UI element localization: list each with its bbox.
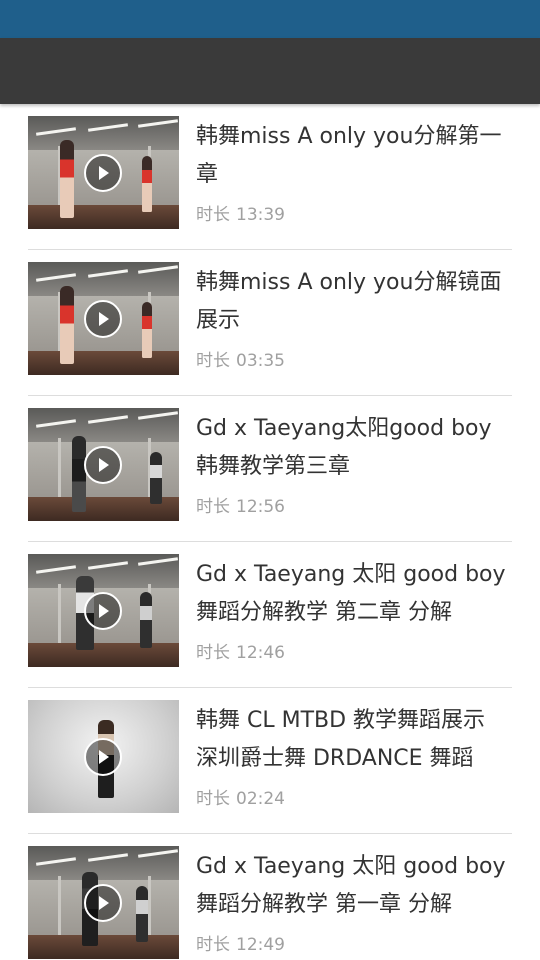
video-title[interactable]: 韩舞 CL MTBD 教学舞蹈展示 深圳爵士舞 DRDANCE 舞蹈 [196,702,512,778]
video-list-item[interactable]: Gd x Taeyang 太阳 good boy 舞蹈分解教学 第二章 分解 时… [28,542,512,688]
video-duration: 时长 12:46 [196,643,285,663]
video-thumbnail[interactable] [28,846,179,959]
video-list[interactable]: 韩舞miss A only you分解第一章 时长 13:39 韩舞miss A … [0,104,540,960]
video-duration: 时长 02:24 [196,789,285,809]
video-title[interactable]: 韩舞miss A only you分解第一章 [196,118,512,194]
app-toolbar [0,38,540,104]
video-duration: 时长 12:56 [196,497,285,517]
video-title[interactable]: Gd x Taeyang太阳good boy韩舞教学第三章 [196,410,512,486]
video-thumbnail[interactable] [28,262,179,375]
video-duration: 时长 13:39 [196,205,285,225]
video-list-item[interactable]: Gd x Taeyang太阳good boy韩舞教学第三章 时长 12:56 [28,396,512,542]
video-list-item[interactable]: 韩舞miss A only you分解镜面展示 时长 03:35 [28,250,512,396]
video-list-item[interactable]: 韩舞 CL MTBD 教学舞蹈展示 深圳爵士舞 DRDANCE 舞蹈 时长 02:… [28,688,512,834]
video-list-item[interactable]: 韩舞miss A only you分解第一章 时长 13:39 [28,104,512,250]
video-thumbnail[interactable] [28,116,179,229]
play-icon[interactable] [84,446,122,484]
video-thumbnail[interactable] [28,700,179,813]
play-icon[interactable] [84,592,122,630]
play-icon[interactable] [84,154,122,192]
video-list-item[interactable]: Gd x Taeyang 太阳 good boy 舞蹈分解教学 第一章 分解 时… [28,834,512,960]
video-title[interactable]: 韩舞miss A only you分解镜面展示 [196,264,512,340]
video-thumbnail[interactable] [28,554,179,667]
video-duration: 时长 12:49 [196,935,285,955]
play-icon[interactable] [84,300,122,338]
video-duration: 时长 03:35 [196,351,285,371]
play-icon[interactable] [84,738,122,776]
play-icon[interactable] [84,884,122,922]
video-thumbnail[interactable] [28,408,179,521]
video-title[interactable]: Gd x Taeyang 太阳 good boy 舞蹈分解教学 第一章 分解 [196,848,512,924]
status-bar [0,0,540,38]
video-title[interactable]: Gd x Taeyang 太阳 good boy 舞蹈分解教学 第二章 分解 [196,556,512,632]
